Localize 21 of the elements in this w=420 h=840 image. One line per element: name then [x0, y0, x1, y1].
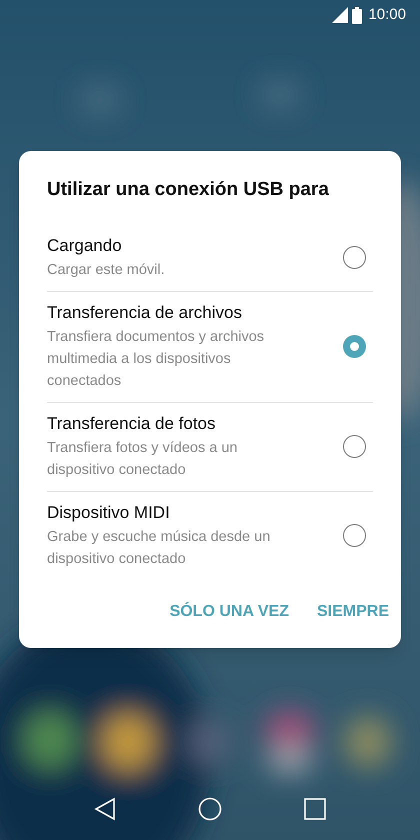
recents-icon[interactable]	[304, 798, 326, 820]
radio-button[interactable]	[343, 435, 366, 458]
battery-icon	[352, 6, 362, 24]
option-description: Transfiera documentos y archivos multimedia a los dispositivos conectados	[47, 328, 266, 390]
option-title: Dispositivo MIDI	[47, 502, 171, 524]
option-description: Cargar este móvil.	[47, 260, 166, 280]
signal-icon	[332, 7, 348, 23]
radio-button[interactable]	[343, 524, 366, 547]
option-title: Transferencia de archivos	[47, 302, 243, 324]
option-description: Grabe y escuche música desde un dispositivo conectado	[47, 528, 272, 568]
back-icon[interactable]	[94, 797, 116, 821]
radio-button[interactable]	[343, 335, 366, 358]
dialog-title: Utilizar una conexión USB para	[47, 178, 330, 202]
option-description: Transfiera fotos y vídeos a un dispositivo conectado	[47, 438, 238, 480]
radio-button[interactable]	[343, 246, 366, 269]
status-time: 10:00	[368, 4, 406, 25]
home-icon[interactable]	[198, 797, 222, 821]
dialog-button[interactable]: SIEMPRE	[308, 594, 397, 630]
dialog-button[interactable]: SÓLO UNA VEZ	[162, 594, 297, 630]
option-title: Transferencia de fotos	[47, 412, 217, 434]
option-title: Cargando	[47, 234, 123, 256]
